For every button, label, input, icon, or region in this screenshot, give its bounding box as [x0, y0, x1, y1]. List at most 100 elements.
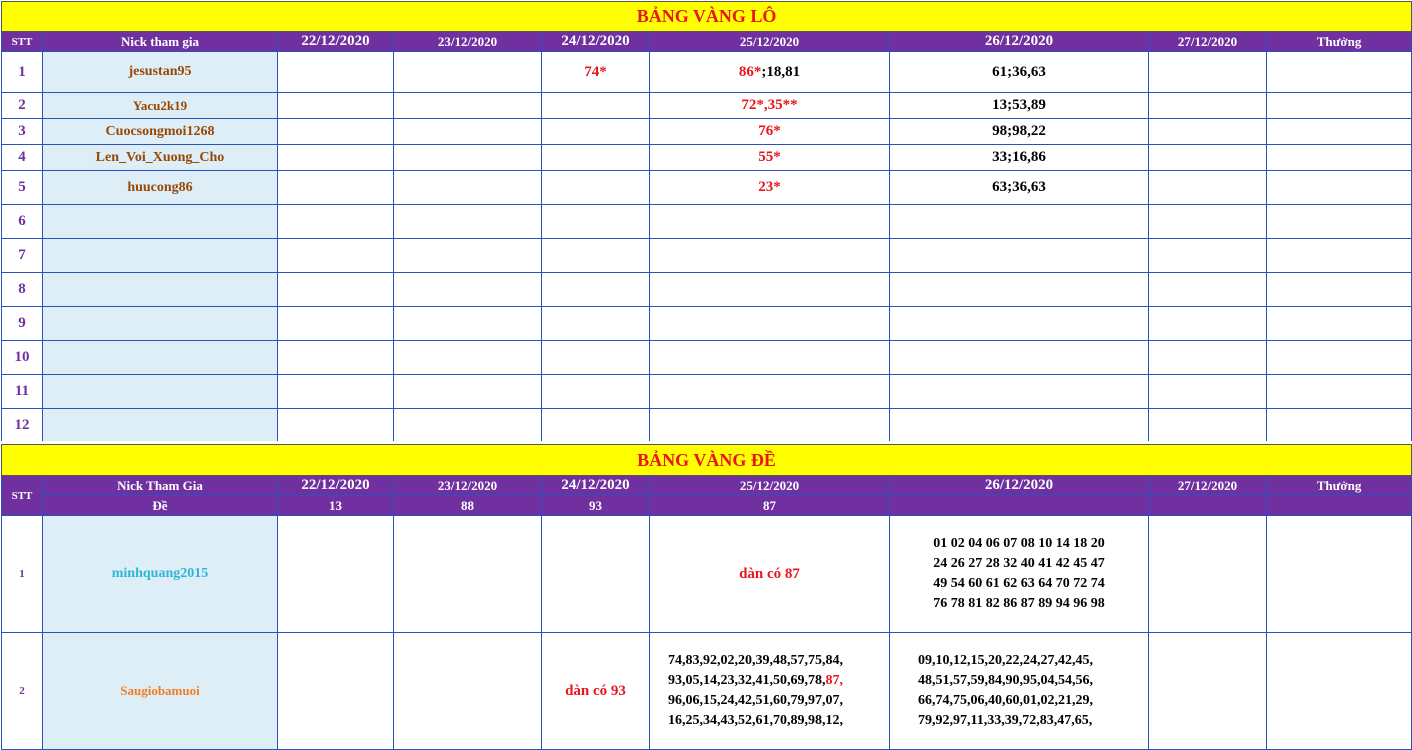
- cell-22: [277, 170, 394, 205]
- cell-25-red: 86*: [738, 63, 762, 80]
- row-stt: 8: [1, 272, 43, 307]
- cell-empty: [1148, 408, 1267, 442]
- number-line: 76 78 81 82 86 87 89 94 96 98: [933, 596, 1105, 611]
- header-date-27: 27/12/2020: [1148, 475, 1267, 496]
- cell-22: [277, 515, 394, 633]
- number-line: 16,25,34,43,52,61,70,89,98,12,: [668, 713, 843, 728]
- row-stt: 9: [1, 306, 43, 341]
- cell-22: [277, 632, 394, 750]
- cell-27: [1148, 170, 1267, 205]
- header-stt: STT: [1, 475, 43, 516]
- cell-empty: [889, 306, 1149, 341]
- cell-empty: [889, 204, 1149, 239]
- result-26: [889, 495, 1149, 516]
- cell-reward: [1265, 144, 1412, 171]
- table-row: 1 jesustan95 74* 86*;18,81 61;36,63: [1, 51, 1412, 93]
- header-date-23: 23/12/2020: [393, 31, 542, 52]
- cell-reward: [1265, 632, 1412, 750]
- row-nick: Len_Voi_Xuong_Cho: [42, 144, 278, 171]
- cell-26: 09,10,12,15,20,22,24,27,42,45, 48,51,57,…: [889, 632, 1149, 750]
- row-stt: 1: [1, 515, 43, 633]
- cell-25: 74,83,92,02,20,39,48,57,75,84, 93,05,14,…: [649, 632, 890, 750]
- lo-title: BẢNG VÀNG LÔ: [0, 1, 1412, 32]
- cell-27: [1148, 144, 1267, 171]
- row-nick: [42, 238, 278, 273]
- cell-empty: [541, 374, 650, 409]
- number-line: 93,05,14,23,32,41,50,69,78,87,: [668, 671, 889, 691]
- cell-empty: [541, 238, 650, 273]
- cell-25: 86*;18,81: [649, 51, 890, 93]
- cell-25-black: ;18,81: [761, 63, 801, 80]
- cell-empty: [541, 306, 650, 341]
- table-row: 3 Cuocsongmoi1268 76* 98;98,22: [1, 118, 1412, 145]
- row-nick: Yacu2k19: [42, 92, 278, 119]
- sub-label-de: Đề: [42, 495, 278, 516]
- number-line: 24 26 27 28 32 40 41 42 45 47: [933, 556, 1105, 571]
- cell-reward: [1265, 118, 1412, 145]
- number-line: 48,51,57,59,84,90,95,04,54,56,: [918, 673, 1093, 688]
- cell-empty: [541, 272, 650, 307]
- cell-empty: [889, 340, 1149, 375]
- header-date-24: 24/12/2020: [541, 31, 650, 52]
- table-row: 11: [1, 374, 1412, 409]
- cell-empty: [1148, 204, 1267, 239]
- cell-26: 33;16,86: [889, 144, 1149, 171]
- cell-26: 63;36,63: [889, 170, 1149, 205]
- cell-empty: [649, 238, 890, 273]
- cell-24: 74*: [541, 51, 650, 93]
- cell-empty: [1265, 408, 1412, 442]
- header-reward: Thưởng: [1265, 31, 1412, 52]
- row-nick: jesustan95: [42, 51, 278, 93]
- cell-25: dàn có 87: [649, 515, 890, 633]
- header-date-26: 26/12/2020: [889, 31, 1149, 52]
- result-25: 87: [649, 495, 890, 516]
- row-nick: [42, 306, 278, 341]
- cell-empty: [649, 340, 890, 375]
- cell-25: 55*: [649, 144, 890, 171]
- cell-empty: [393, 408, 542, 442]
- cell-empty: [889, 238, 1149, 273]
- table-row: 5 huucong86 23* 63;36,63: [1, 170, 1412, 205]
- number-line: 49 54 60 61 62 63 64 70 72 74: [933, 576, 1105, 591]
- cell-empty: [1265, 374, 1412, 409]
- table-row: 7: [1, 238, 1412, 273]
- cell-empty: [393, 204, 542, 239]
- cell-reward: [1265, 515, 1412, 633]
- number-line: 01 02 04 06 07 08 10 14 18 20: [933, 536, 1105, 551]
- header-stt: STT: [1, 31, 43, 52]
- cell-empty: [1148, 306, 1267, 341]
- cell-25: 76*: [649, 118, 890, 145]
- table-row: 4 Len_Voi_Xuong_Cho 55* 33;16,86: [1, 144, 1412, 171]
- number-line-highlight: 87,: [825, 673, 844, 688]
- cell-empty: [649, 272, 890, 307]
- result-23: 88: [393, 495, 542, 516]
- header-date-27: 27/12/2020: [1148, 31, 1267, 52]
- header-date-25: 25/12/2020: [649, 31, 890, 52]
- cell-empty: [277, 272, 394, 307]
- cell-27: [1148, 515, 1267, 633]
- cell-empty: [1265, 340, 1412, 375]
- cell-23: [393, 144, 542, 171]
- header-reward: Thưởng: [1265, 475, 1412, 496]
- cell-empty: [277, 340, 394, 375]
- table-row: 10: [1, 340, 1412, 375]
- number-line: 79,92,97,11,33,39,72,83,47,65,: [918, 713, 1093, 728]
- cell-empty: [393, 272, 542, 307]
- cell-23: [393, 92, 542, 119]
- cell-empty: [1265, 272, 1412, 307]
- row-nick: huucong86: [42, 170, 278, 205]
- cell-27: [1148, 118, 1267, 145]
- cell-24: [541, 118, 650, 145]
- cell-empty: [277, 238, 394, 273]
- cell-empty: [889, 408, 1149, 442]
- table-row: 8: [1, 272, 1412, 307]
- number-line-part: 93,05,14,23,32,41,50,69,78,: [668, 673, 826, 688]
- cell-26: 98;98,22: [889, 118, 1149, 145]
- cell-empty: [889, 272, 1149, 307]
- result-24: 93: [541, 495, 650, 516]
- cell-empty: [277, 374, 394, 409]
- cell-23: [393, 515, 542, 633]
- bang-vang-lo-table: BẢNG VÀNG LÔ STT Nick tham gia 22/12/202…: [0, 1, 1412, 442]
- cell-22: [277, 144, 394, 171]
- cell-24: [541, 92, 650, 119]
